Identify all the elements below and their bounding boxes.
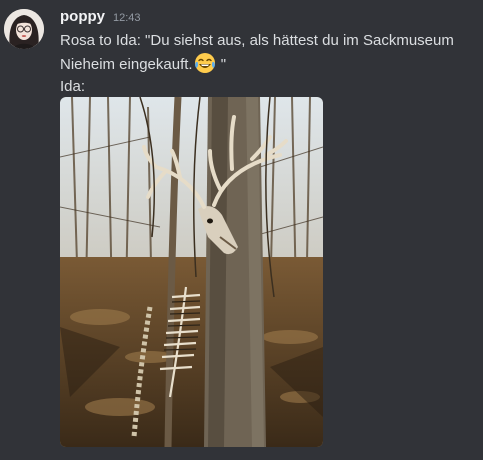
message-content: Rosa to Ida: "Du siehst aus, als hättest…: [60, 30, 470, 98]
message-line-3: Ida:: [60, 78, 86, 95]
message-line-2-text: Nieheim eingekauft.: [60, 56, 193, 73]
timestamp[interactable]: 12:43: [113, 12, 141, 24]
joy-emoji-icon: [194, 52, 216, 74]
username[interactable]: poppy: [60, 8, 105, 25]
image-attachment[interactable]: [60, 97, 323, 447]
avatar-illustration: [4, 9, 44, 49]
user-avatar[interactable]: [4, 9, 44, 49]
message-line-1: Rosa to Ida: "Du siehst aus, als hättest…: [60, 32, 454, 49]
message-line-2: Nieheim eingekauft. ": [60, 52, 470, 76]
deer-skeleton-photo: [60, 97, 323, 447]
chat-message: poppy 12:43 Rosa to Ida: "Du siehst aus,…: [0, 0, 483, 460]
message-header: poppy 12:43: [60, 8, 141, 28]
message-line-2-end: ": [216, 56, 227, 73]
